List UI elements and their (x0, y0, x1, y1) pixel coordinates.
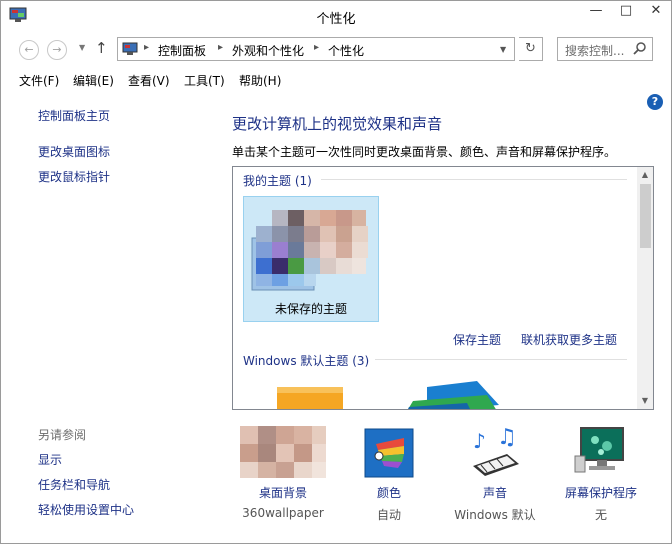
ease-of-access-link[interactable]: 轻松使用设置中心 (38, 501, 134, 518)
scroll-down-icon[interactable]: ▼ (637, 393, 653, 409)
address-dropdown-icon[interactable]: ▼ (500, 45, 506, 54)
unsaved-theme-label: 未保存的主题 (274, 302, 347, 316)
menu-help[interactable]: 帮助(H) (239, 72, 281, 89)
maximize-button[interactable]: □ (611, 1, 641, 23)
change-mouse-pointers-link[interactable]: 更改鼠标指针 (38, 168, 110, 185)
windows-default-themes-group-label: Windows 默认主题 (3) (243, 354, 370, 368)
sound-item[interactable]: ♪ ♫ 声音 Windows 默认 (440, 425, 550, 522)
group-divider (321, 179, 627, 180)
search-placeholder: 搜索控制... (565, 44, 625, 58)
refresh-button[interactable]: ↻ (519, 37, 543, 61)
taskbar-navigation-link[interactable]: 任务栏和导航 (38, 476, 110, 493)
page-description: 单击某个主题可一次性同时更改桌面背景、颜色、声音和屏幕保护程序。 (232, 145, 617, 159)
breadcrumb-separator-icon[interactable]: ▸ (314, 42, 319, 53)
menu-view[interactable]: 查看(V) (128, 72, 170, 89)
my-themes-group-label: 我的主题 (1) (243, 174, 312, 188)
window-title: 个性化 (316, 12, 356, 27)
breadcrumb-appearance[interactable]: 外观和个性化 (232, 42, 304, 59)
windows-theme-thumbnail[interactable] (407, 381, 503, 410)
title-bar: 个性化 — □ ✕ (1, 1, 671, 31)
menu-edit[interactable]: 编辑(E) (73, 72, 114, 89)
menu-bar: 文件(F) 编辑(E) 查看(V) 工具(T) 帮助(H) (1, 69, 671, 91)
theme-thumbnail (248, 202, 376, 296)
address-bar[interactable]: ▸ 控制面板 ▸ 外观和个性化 ▸ 个性化 ▼ (117, 37, 515, 61)
svg-text:♫: ♫ (497, 426, 517, 450)
recent-locations-dropdown-icon[interactable]: ▼ (79, 43, 85, 52)
search-input[interactable]: 搜索控制... (557, 37, 653, 61)
desktop-background-value: 360wallpaper (242, 506, 324, 520)
color-item[interactable]: 颜色 自动 (334, 426, 444, 522)
unsaved-theme-tile[interactable]: 未保存的主题 (243, 196, 379, 322)
breadcrumb-personalization[interactable]: 个性化 (328, 42, 364, 59)
menu-file[interactable]: 文件(F) (19, 72, 59, 89)
screensaver-icon (574, 427, 624, 473)
up-button[interactable]: ↑ (95, 39, 108, 57)
breadcrumb-separator-icon[interactable]: ▸ (218, 42, 223, 53)
color-value: 自动 (376, 508, 401, 522)
windows-theme-thumbnail[interactable] (277, 387, 343, 410)
sound-value: Windows 默认 (454, 508, 536, 522)
minimize-button[interactable]: — (581, 1, 611, 23)
change-desktop-icons-link[interactable]: 更改桌面图标 (38, 143, 110, 160)
color-label: 颜色 (376, 486, 401, 500)
scrollbar-thumb[interactable] (640, 184, 651, 248)
navigation-bar: ← → ▼ ↑ ▸ 控制面板 ▸ 外观和个性化 ▸ 个性化 ▼ ↻ 搜索控制..… (1, 33, 671, 65)
color-palette-icon (364, 428, 414, 478)
personalization-window: 个性化 — □ ✕ ← → ▼ ↑ ▸ 控制面板 ▸ 外观和个性化 ▸ 个性化 … (0, 0, 672, 544)
group-divider (375, 359, 627, 360)
scroll-up-icon[interactable]: ▲ (637, 167, 653, 183)
sound-label: 声音 (482, 486, 507, 500)
theme-list-scrollbar[interactable]: ▲ ▼ (637, 167, 653, 409)
desktop-background-label: 桌面背景 (258, 486, 307, 500)
svg-text:♪: ♪ (473, 429, 486, 453)
display-link[interactable]: 显示 (38, 451, 62, 468)
breadcrumb-separator-icon[interactable]: ▸ (144, 42, 149, 53)
search-icon[interactable] (632, 41, 648, 57)
page-title: 更改计算机上的视觉效果和声音 (232, 115, 443, 133)
screensaver-value: 无 (594, 508, 607, 522)
breadcrumb-control-panel[interactable]: 控制面板 (158, 42, 206, 59)
get-more-themes-online-link[interactable]: 联机获取更多主题 (521, 331, 617, 348)
see-also-heading: 另请参阅 (38, 428, 87, 442)
screensaver-label: 屏幕保护程序 (564, 486, 637, 500)
help-icon[interactable]: ? (647, 94, 663, 110)
control-panel-icon (122, 42, 138, 55)
menu-tools[interactable]: 工具(T) (184, 72, 225, 89)
screensaver-item[interactable]: 屏幕保护程序 无 (546, 426, 656, 522)
forward-button[interactable]: → (47, 40, 67, 60)
sound-icon: ♪ ♫ (473, 425, 519, 476)
close-button[interactable]: ✕ (641, 1, 671, 23)
back-button[interactable]: ← (19, 40, 39, 60)
desktop-background-item[interactable]: 桌面背景 360wallpaper (228, 426, 338, 520)
save-theme-link[interactable]: 保存主题 (453, 331, 501, 348)
theme-list[interactable]: 我的主题 (1) 未保存的主题 保存主题 联机获取更多主题 Windows 默认… (232, 166, 654, 410)
control-panel-home-link[interactable]: 控制面板主页 (38, 107, 110, 124)
desktop-background-icon (240, 426, 326, 478)
